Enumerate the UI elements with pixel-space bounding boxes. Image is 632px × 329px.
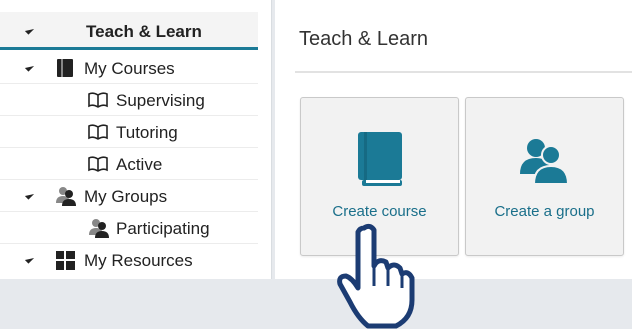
sidebar-item-active[interactable]: Active [0, 148, 258, 180]
sidebar-item-label: Active [116, 155, 163, 174]
create-group-button[interactable]: Create a group [465, 97, 624, 256]
hand-pointer-icon [336, 222, 426, 329]
open-book-icon [88, 92, 108, 108]
tile-label: Create a group [494, 203, 595, 220]
main-panel: Teach & Learn Create course Create a gro… [275, 0, 632, 279]
open-book-icon [88, 156, 108, 172]
open-book-icon [88, 124, 108, 140]
sidebar-item-label: My Courses [84, 59, 175, 78]
collapse-triangle-icon[interactable] [24, 190, 35, 200]
sidebar-item-my-resources[interactable]: My Resources [0, 244, 258, 276]
sidebar-item-participating[interactable]: Participating [0, 212, 258, 244]
sidebar-item-label: My Groups [84, 187, 168, 206]
book-icon [358, 132, 402, 193]
sidebar-item-my-groups[interactable]: My Groups [0, 180, 258, 212]
sidebar-item-tutoring[interactable]: Tutoring [0, 116, 258, 148]
book-icon [57, 59, 73, 77]
sidebar-item-my-courses[interactable]: My Courses [0, 52, 258, 84]
sidebar-item-supervising[interactable]: Supervising [0, 84, 258, 116]
sidebar-tree: Teach & Learn My Courses Supervising Tut… [0, 0, 272, 279]
divider [295, 71, 632, 73]
collapse-triangle-icon[interactable] [24, 254, 35, 264]
group-icon [88, 218, 110, 238]
tile-label: Create course [332, 203, 427, 220]
group-icon [55, 186, 77, 206]
sidebar-item-label: Tutoring [116, 123, 178, 142]
collapse-triangle-icon[interactable] [24, 62, 35, 72]
collapse-triangle-icon[interactable] [24, 25, 35, 35]
sidebar-item-label: My Resources [84, 251, 193, 270]
tree-root-teach-learn[interactable]: Teach & Learn [0, 12, 258, 50]
page-title: Teach & Learn [299, 28, 428, 50]
sidebar-item-label: Participating [116, 219, 210, 238]
grid-icon [56, 251, 75, 270]
tree-root-label: Teach & Learn [86, 22, 202, 41]
sidebar-item-label: Supervising [116, 91, 205, 110]
group-icon [520, 136, 570, 189]
